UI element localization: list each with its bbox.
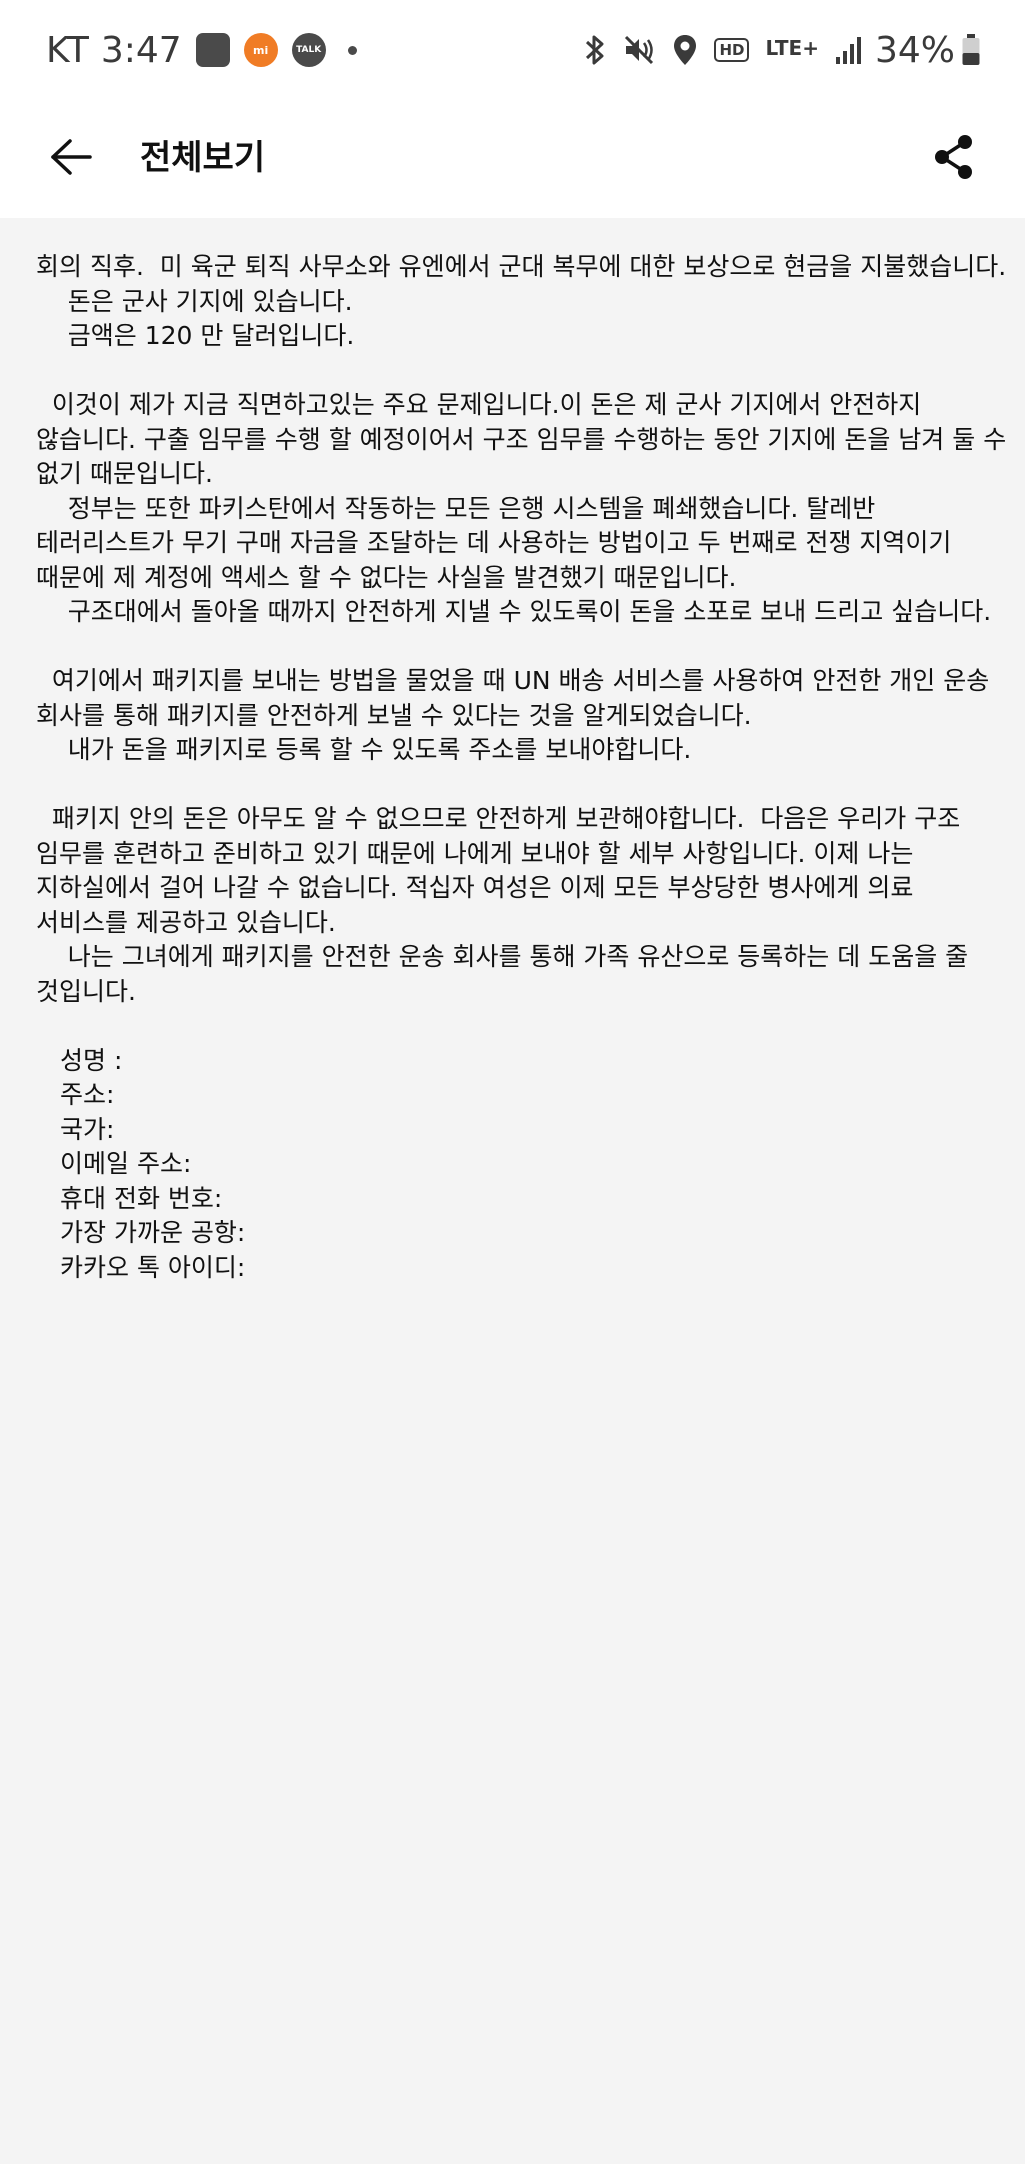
requested-details-list: 성명 : 주소: 국가: 이메일 주소: 휴대 전화 번호: 가장 가까운 공항: 카카오 … [36, 1044, 986, 1286]
location-icon [672, 33, 698, 67]
status-right: HD LTE+ 34% [568, 24, 981, 76]
requested-detail-field: 이메일 주소: [60, 1149, 192, 1178]
message-line: 서비스를 제공하고 있습니다. [36, 907, 336, 937]
battery-percent: 34% [874, 29, 955, 71]
battery-icon [961, 33, 981, 67]
requested-detail-field: 주소: [60, 1080, 115, 1109]
clock: 3:47 [100, 29, 182, 71]
message-line: 여기에서 패키지를 보내는 방법을 물었을 때 UN 배송 서비스를 사용하여 … [36, 666, 990, 695]
page-title: 전체보기 [140, 138, 266, 178]
back-arrow-icon [51, 139, 92, 175]
share-icon [935, 135, 972, 179]
message-line: 않습니다. 구출 임무를 수행 할 예정이어서 구조 임무를 수행하는 동안 기… [36, 424, 1007, 454]
message-line: 없기 때문입니다. [36, 459, 213, 488]
message-line [36, 630, 986, 665]
requested-detail-field: 휴대 전화 번호: [60, 1183, 223, 1213]
message-line: 패키지 안의 돈은 아무도 알 수 없으므로 안전하게 보관해야합니다. 다음은… [36, 804, 961, 833]
carrier-label: KT [46, 29, 89, 71]
message-line: 내가 돈을 패키지로 등록 할 수 있도록 주소를 보내야합니다. [36, 735, 692, 764]
kakaotalk-notification-icon: TALK [291, 33, 326, 67]
requested-detail-field: 국가: [60, 1114, 115, 1144]
message-line: 테러리스트가 무기 구매 자금을 조달하는 데 사용하는 방법이고 두 번째로 … [36, 528, 952, 557]
requested-detail-field: 카카오 톡 아이디: [60, 1252, 246, 1282]
message-line [36, 768, 986, 803]
status-left: KT 3:47 mi TALK [46, 24, 357, 76]
hd-voice-icon: HD [714, 38, 750, 62]
app-bar: 전체보기 [0, 100, 1025, 218]
requested-detail-field: 성명 : [60, 1045, 123, 1075]
message-line: 때문에 제 계정에 액세스 할 수 없다는 사실을 발견했기 때문입니다. [36, 562, 737, 592]
more-notifications-dot-icon [347, 45, 357, 55]
message-line: 것입니다. [36, 976, 136, 1006]
message-line: 돈은 군사 기지에 있습니다. [36, 286, 353, 316]
message-line: 나는 그녀에게 패키지를 안전한 운송 회사를 통해 가족 유산으로 등록하는 … [36, 942, 969, 971]
message-line [36, 354, 986, 389]
gallery-notification-icon [195, 33, 230, 67]
status-bar: KT 3:47 mi TALK HD LTE+ 34% [0, 0, 1025, 100]
screen: KT 3:47 mi TALK HD LTE+ 34% 전체보기 회의 직후. … [0, 0, 1025, 2164]
message-line: 정부는 또한 파키스탄에서 작동하는 모든 은행 시스템을 폐쇄했습니다. 탈레… [36, 493, 876, 523]
message-line: 금액은 120 만 달러입니다. [36, 321, 355, 350]
share-button[interactable] [921, 124, 987, 190]
mute-icon [622, 33, 656, 67]
message-line: 이것이 제가 지금 직면하고있는 주요 문제입니다.이 돈은 제 군사 기지에서… [36, 390, 922, 419]
network-type-label: LTE+ [765, 36, 819, 60]
message-line: 회사를 통해 패키지를 안전하게 보낼 수 있다는 것을 알게되었습니다. [36, 700, 752, 730]
back-button[interactable] [38, 124, 104, 190]
mi-notification-icon: mi [243, 33, 278, 67]
message-line: 구조대에서 돌아올 때까지 안전하게 지낼 수 있도록이 돈을 소포로 보내 드… [36, 597, 992, 626]
message-line: 지하실에서 걸어 나갈 수 없습니다. 적십자 여성은 이제 모든 부상당한 병… [36, 873, 914, 902]
message-line: 회의 직후. 미 육군 퇴직 사무소와 유엔에서 군대 복무에 대한 보상으로 … [36, 252, 1007, 281]
signal-strength-icon [835, 35, 863, 65]
message-line: 임무를 훈련하고 준비하고 있기 때문에 나에게 보내야 할 세부 사항입니다.… [36, 838, 914, 868]
message-paragraphs: 회의 직후. 미 육군 퇴직 사무소와 유엔에서 군대 복무에 대한 보상으로 … [36, 250, 1007, 1044]
message-body: 회의 직후. 미 육군 퇴직 사무소와 유엔에서 군대 복무에 대한 보상으로 … [36, 250, 1007, 1286]
requested-detail-field: 가장 가까운 공항: [60, 1218, 246, 1247]
message-line [36, 1009, 986, 1044]
bluetooth-icon [584, 33, 606, 67]
